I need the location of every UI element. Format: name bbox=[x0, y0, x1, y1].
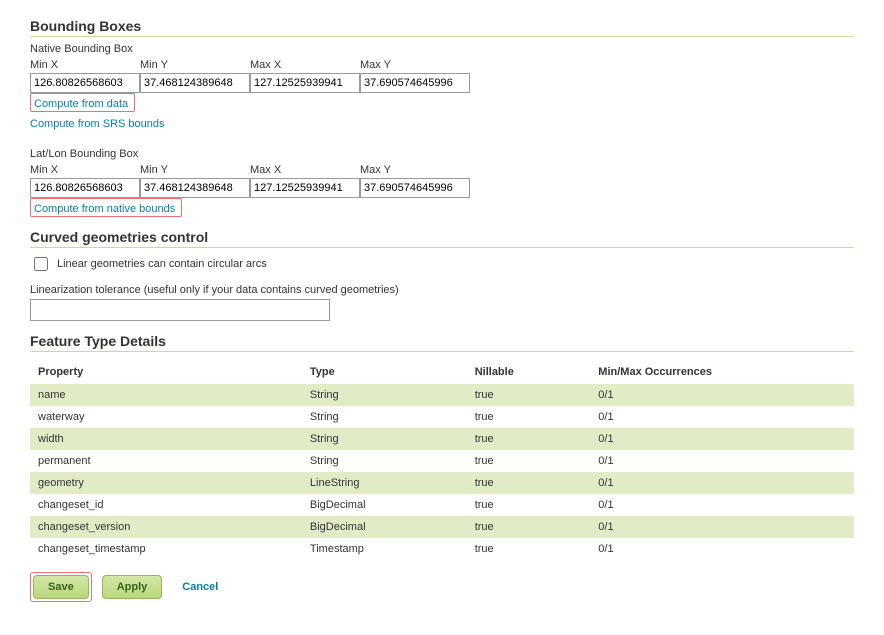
native-bbox-row: Min X Min Y Max X Max Y bbox=[30, 59, 854, 93]
tolerance-input[interactable] bbox=[30, 299, 330, 321]
native-minx-label: Min X bbox=[30, 59, 140, 71]
table-cell: String bbox=[302, 428, 467, 450]
table-cell: geometry bbox=[30, 472, 302, 494]
table-row: geometryLineStringtrue0/1 bbox=[30, 472, 854, 494]
table-cell: String bbox=[302, 384, 467, 406]
table-cell: changeset_timestamp bbox=[30, 538, 302, 560]
latlon-bbox-row: Min X Min Y Max X Max Y bbox=[30, 164, 854, 198]
table-cell: name bbox=[30, 384, 302, 406]
table-cell: BigDecimal bbox=[302, 516, 467, 538]
table-cell: 0/1 bbox=[590, 494, 854, 516]
native-miny-label: Min Y bbox=[140, 59, 250, 71]
table-cell: String bbox=[302, 450, 467, 472]
native-maxx-input[interactable] bbox=[250, 73, 360, 93]
native-bbox-label: Native Bounding Box bbox=[30, 43, 854, 55]
table-cell: 0/1 bbox=[590, 450, 854, 472]
col-type: Type bbox=[302, 360, 467, 384]
latlon-maxy-input[interactable] bbox=[360, 178, 470, 198]
table-cell: true bbox=[467, 538, 591, 560]
table-cell: true bbox=[467, 406, 591, 428]
table-cell: permanent bbox=[30, 450, 302, 472]
latlon-maxy-label: Max Y bbox=[360, 164, 470, 176]
table-cell: String bbox=[302, 406, 467, 428]
native-maxy-input[interactable] bbox=[360, 73, 470, 93]
compute-from-srs-link[interactable]: Compute from SRS bounds bbox=[30, 118, 165, 130]
table-row: widthStringtrue0/1 bbox=[30, 428, 854, 450]
latlon-miny-input[interactable] bbox=[140, 178, 250, 198]
table-cell: true bbox=[467, 428, 591, 450]
col-property: Property bbox=[30, 360, 302, 384]
bounding-boxes-heading: Bounding Boxes bbox=[30, 18, 854, 37]
table-row: changeset_timestampTimestamptrue0/1 bbox=[30, 538, 854, 560]
table-row: waterwayStringtrue0/1 bbox=[30, 406, 854, 428]
table-cell: changeset_version bbox=[30, 516, 302, 538]
table-cell: Timestamp bbox=[302, 538, 467, 560]
feature-type-heading: Feature Type Details bbox=[30, 333, 854, 352]
table-row: changeset_idBigDecimaltrue0/1 bbox=[30, 494, 854, 516]
table-row: permanentStringtrue0/1 bbox=[30, 450, 854, 472]
table-cell: changeset_id bbox=[30, 494, 302, 516]
table-cell: true bbox=[467, 494, 591, 516]
native-maxx-label: Max X bbox=[250, 59, 360, 71]
latlon-maxx-label: Max X bbox=[250, 164, 360, 176]
table-cell: 0/1 bbox=[590, 516, 854, 538]
feature-table: Property Type Nillable Min/Max Occurrenc… bbox=[30, 360, 854, 560]
latlon-maxx-input[interactable] bbox=[250, 178, 360, 198]
tolerance-label: Linearization tolerance (useful only if … bbox=[30, 284, 854, 296]
save-button[interactable]: Save bbox=[33, 575, 89, 599]
latlon-minx-label: Min X bbox=[30, 164, 140, 176]
circular-arcs-checkbox[interactable] bbox=[34, 257, 48, 271]
table-cell: 0/1 bbox=[590, 472, 854, 494]
table-cell: 0/1 bbox=[590, 428, 854, 450]
table-cell: LineString bbox=[302, 472, 467, 494]
apply-button[interactable]: Apply bbox=[102, 575, 163, 599]
latlon-minx-input[interactable] bbox=[30, 178, 140, 198]
native-miny-input[interactable] bbox=[140, 73, 250, 93]
cancel-link[interactable]: Cancel bbox=[182, 581, 218, 593]
table-row: nameStringtrue0/1 bbox=[30, 384, 854, 406]
latlon-miny-label: Min Y bbox=[140, 164, 250, 176]
circular-arcs-label: Linear geometries can contain circular a… bbox=[57, 258, 267, 270]
compute-from-data-link[interactable]: Compute from data bbox=[34, 98, 128, 110]
native-minx-input[interactable] bbox=[30, 73, 140, 93]
table-cell: BigDecimal bbox=[302, 494, 467, 516]
table-cell: width bbox=[30, 428, 302, 450]
table-cell: true bbox=[467, 450, 591, 472]
table-row: changeset_versionBigDecimaltrue0/1 bbox=[30, 516, 854, 538]
table-cell: true bbox=[467, 384, 591, 406]
table-cell: true bbox=[467, 472, 591, 494]
table-cell: 0/1 bbox=[590, 406, 854, 428]
table-cell: 0/1 bbox=[590, 538, 854, 560]
table-cell: true bbox=[467, 516, 591, 538]
curved-geometries-heading: Curved geometries control bbox=[30, 229, 854, 248]
col-nillable: Nillable bbox=[467, 360, 591, 384]
latlon-bbox-label: Lat/Lon Bounding Box bbox=[30, 148, 854, 160]
footer-actions: Save Apply Cancel bbox=[30, 572, 854, 602]
table-cell: 0/1 bbox=[590, 384, 854, 406]
col-occur: Min/Max Occurrences bbox=[590, 360, 854, 384]
table-cell: waterway bbox=[30, 406, 302, 428]
native-maxy-label: Max Y bbox=[360, 59, 470, 71]
compute-from-native-link[interactable]: Compute from native bounds bbox=[34, 203, 175, 215]
